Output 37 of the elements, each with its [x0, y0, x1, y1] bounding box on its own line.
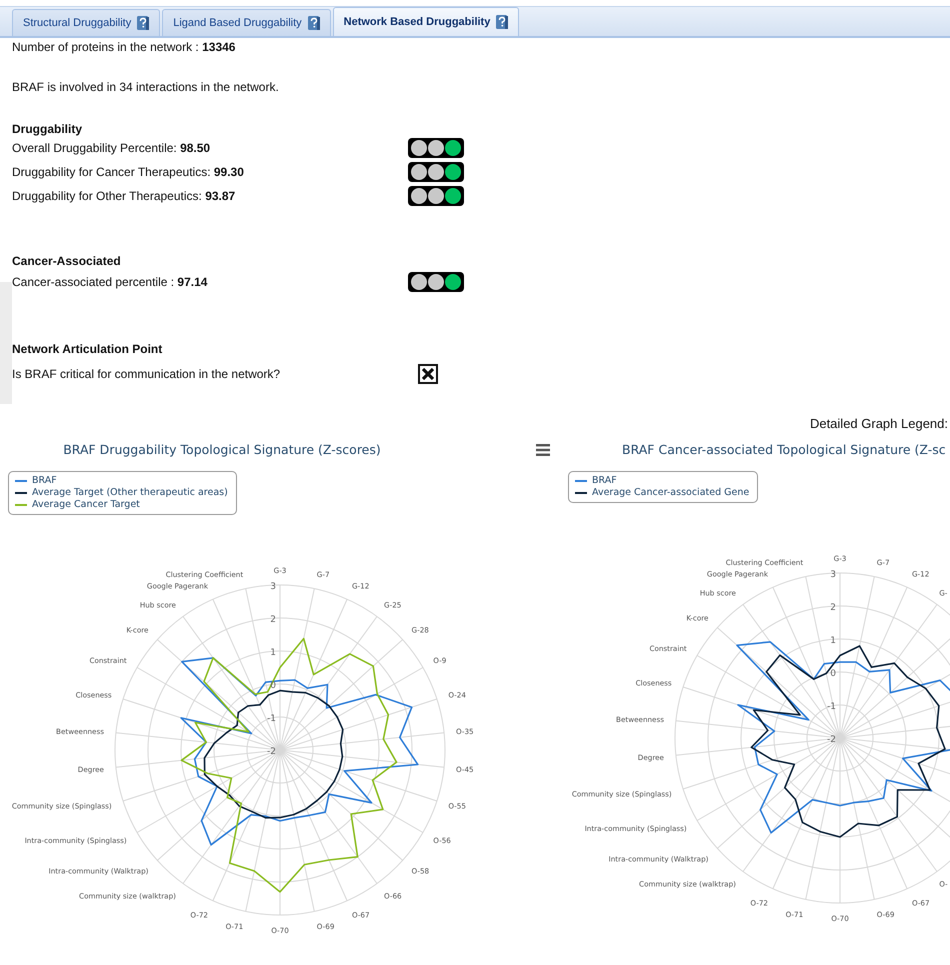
section-heading: Druggability	[12, 122, 84, 136]
tick-label: -2	[827, 735, 836, 745]
legend-label[interactable]: Average Target (Other therapeutic areas)	[32, 487, 228, 499]
tick-label: -1	[267, 714, 276, 724]
percentile-text: Cancer-associated percentile : 97.14	[12, 275, 208, 289]
legend-label[interactable]: BRAF	[32, 475, 57, 487]
tick-label: 3	[830, 570, 836, 580]
section-heading: Cancer-Associated	[12, 254, 122, 268]
tick-label: 3	[270, 582, 276, 592]
tick-label: 2	[270, 615, 276, 625]
tab[interactable]: Ligand Based Druggability	[162, 9, 331, 36]
help-icon[interactable]	[306, 15, 321, 31]
legend-label[interactable]: Average Cancer Target	[32, 499, 140, 511]
protein-count: Number of proteins in the network : 13346	[12, 40, 236, 54]
tick-label: -1	[827, 702, 836, 712]
tick-label: 1	[830, 636, 836, 646]
percentile-text: Druggability for Other Therapeutics: 93.87	[12, 189, 236, 203]
legend-label[interactable]: BRAF	[592, 475, 617, 487]
interaction-count: BRAF is involved in 34 interactions in the network.	[12, 80, 280, 94]
graph-legend-label: Detailed Graph Legend:	[810, 416, 948, 431]
chart-title: BRAF Druggability Topological Signature (Z-scores)	[63, 442, 381, 456]
legend-label[interactable]: Average Cancer-associated Gene	[592, 487, 750, 499]
tab[interactable]: Structural Druggability	[12, 9, 160, 36]
tick-label: 0	[270, 681, 276, 691]
percentile-text: Druggability for Cancer Therapeutics: 99.30	[12, 165, 244, 179]
help-icon[interactable]	[495, 14, 510, 30]
tab[interactable]: Network Based Druggability	[332, 7, 520, 36]
section-heading: Network Articulation Point	[12, 342, 164, 356]
tick-label: 1	[270, 648, 276, 658]
percentile-text: Overall Druggability Percentile: 98.50	[12, 141, 210, 155]
menu-icon[interactable]	[536, 444, 550, 456]
tick-label: 0	[830, 669, 836, 679]
chart-title: BRAF Cancer-associated Topological Signature (Z-sc	[622, 442, 946, 456]
tick-label: 2	[830, 603, 836, 613]
help-icon[interactable]	[136, 15, 150, 31]
question-text: Is BRAF critical for communication in the network?	[12, 367, 280, 381]
tick-label: -2	[267, 747, 276, 757]
